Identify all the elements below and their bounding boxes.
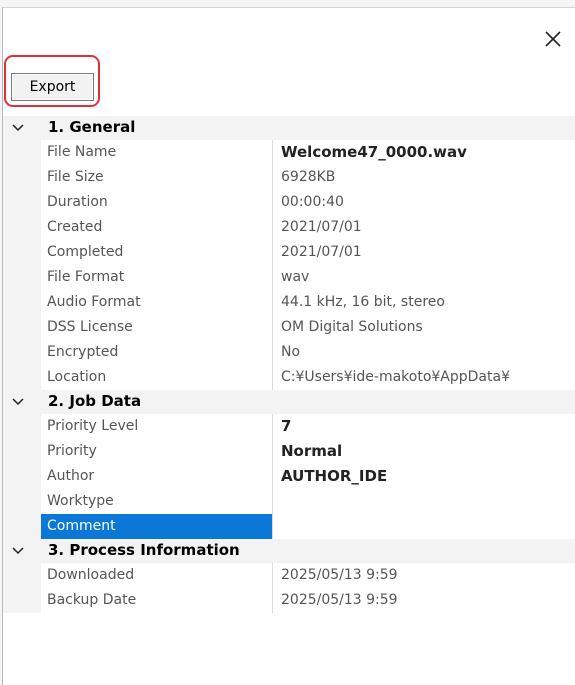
close-button[interactable] [542,28,564,50]
export-button[interactable]: Export [11,73,94,101]
category-header[interactable]: 1. General [3,116,575,140]
property-value[interactable]: C:¥Users¥ide-makoto¥AppData¥ [281,365,575,390]
property-name[interactable]: Duration [41,190,273,215]
row-gutter [3,165,41,190]
property-row[interactable]: File Size 6928KB [3,165,575,190]
category-header[interactable]: 3. Process Information [3,539,575,563]
property-row[interactable]: Author AUTHOR_IDE [3,464,575,489]
row-gutter [3,464,41,489]
property-name[interactable]: DSS License [41,315,273,340]
property-row[interactable]: Priority Level 7 [3,414,575,439]
row-gutter [3,240,41,265]
row-gutter [3,365,41,390]
chevron-down-icon[interactable] [11,122,25,134]
file-properties-panel: Export 1. General File Name Welcome47_0000… [2,7,575,685]
property-row[interactable]: File Name Welcome47_0000.wav [3,140,575,165]
property-value[interactable]: 2025/05/13 9:59 [281,563,575,588]
row-gutter [3,340,41,365]
row-gutter [3,439,41,464]
property-name[interactable]: Audio Format [41,290,273,315]
close-icon [545,31,561,47]
property-value[interactable] [281,489,575,514]
row-gutter [3,414,41,439]
property-row[interactable]: File Format wav [3,265,575,290]
property-name[interactable]: Encrypted [41,340,273,365]
property-value[interactable]: 00:00:40 [281,190,575,215]
property-value[interactable]: Welcome47_0000.wav [281,140,575,165]
property-name[interactable]: Author [41,464,273,489]
row-gutter [3,514,41,539]
chevron-down-icon[interactable] [11,545,25,557]
row-gutter [3,140,41,165]
property-row[interactable]: Priority Normal [3,439,575,464]
category-label: 3. Process Information [48,541,240,559]
property-value[interactable]: wav [281,265,575,290]
category-label: 1. General [48,118,136,136]
property-name[interactable]: Location [41,365,273,390]
row-gutter [3,563,41,588]
property-value[interactable]: AUTHOR_IDE [281,464,575,489]
property-row[interactable]: Audio Format 44.1 kHz, 16 bit, stereo [3,290,575,315]
property-row[interactable]: Created 2021/07/01 [3,215,575,240]
row-gutter [3,290,41,315]
row-gutter [3,190,41,215]
property-row[interactable]: DSS License OM Digital Solutions [3,315,575,340]
property-value[interactable]: 2025/05/13 9:59 [281,588,575,613]
property-value[interactable]: OM Digital Solutions [281,315,575,340]
row-gutter [3,588,41,613]
property-row[interactable]: Completed 2021/07/01 [3,240,575,265]
property-row[interactable]: Comment [3,514,575,539]
row-gutter [3,265,41,290]
property-value[interactable]: 44.1 kHz, 16 bit, stereo [281,290,575,315]
property-value[interactable]: 2021/07/01 [281,215,575,240]
property-row[interactable]: Location C:¥Users¥ide-makoto¥AppData¥ [3,365,575,390]
row-gutter [3,215,41,240]
chevron-down-icon[interactable] [11,396,25,408]
property-name[interactable]: Created [41,215,273,240]
property-name[interactable]: Completed [41,240,273,265]
property-row[interactable]: Duration 00:00:40 [3,190,575,215]
property-value[interactable]: Normal [281,439,575,464]
property-row[interactable]: Encrypted No [3,340,575,365]
property-value[interactable]: 7 [281,414,575,439]
property-name[interactable]: Priority Level [41,414,273,439]
category-header[interactable]: 2. Job Data [3,390,575,414]
property-name[interactable]: Downloaded [41,563,273,588]
property-row[interactable]: Backup Date 2025/05/13 9:59 [3,588,575,613]
property-name[interactable]: Priority [41,439,273,464]
property-grid: 1. General File Name Welcome47_0000.wav Fil… [3,116,575,613]
property-row[interactable]: Worktype [3,489,575,514]
property-value[interactable]: No [281,340,575,365]
property-name[interactable]: File Size [41,165,273,190]
category-label: 2. Job Data [48,392,142,410]
property-value[interactable] [281,514,575,539]
row-gutter [3,315,41,340]
property-value[interactable]: 2021/07/01 [281,240,575,265]
property-name[interactable]: Worktype [41,489,273,514]
property-name[interactable]: Comment [41,514,273,539]
property-name[interactable]: Backup Date [41,588,273,613]
row-gutter [3,489,41,514]
property-name[interactable]: File Name [41,140,273,165]
property-name[interactable]: File Format [41,265,273,290]
property-value[interactable]: 6928KB [281,165,575,190]
property-row[interactable]: Downloaded 2025/05/13 9:59 [3,563,575,588]
